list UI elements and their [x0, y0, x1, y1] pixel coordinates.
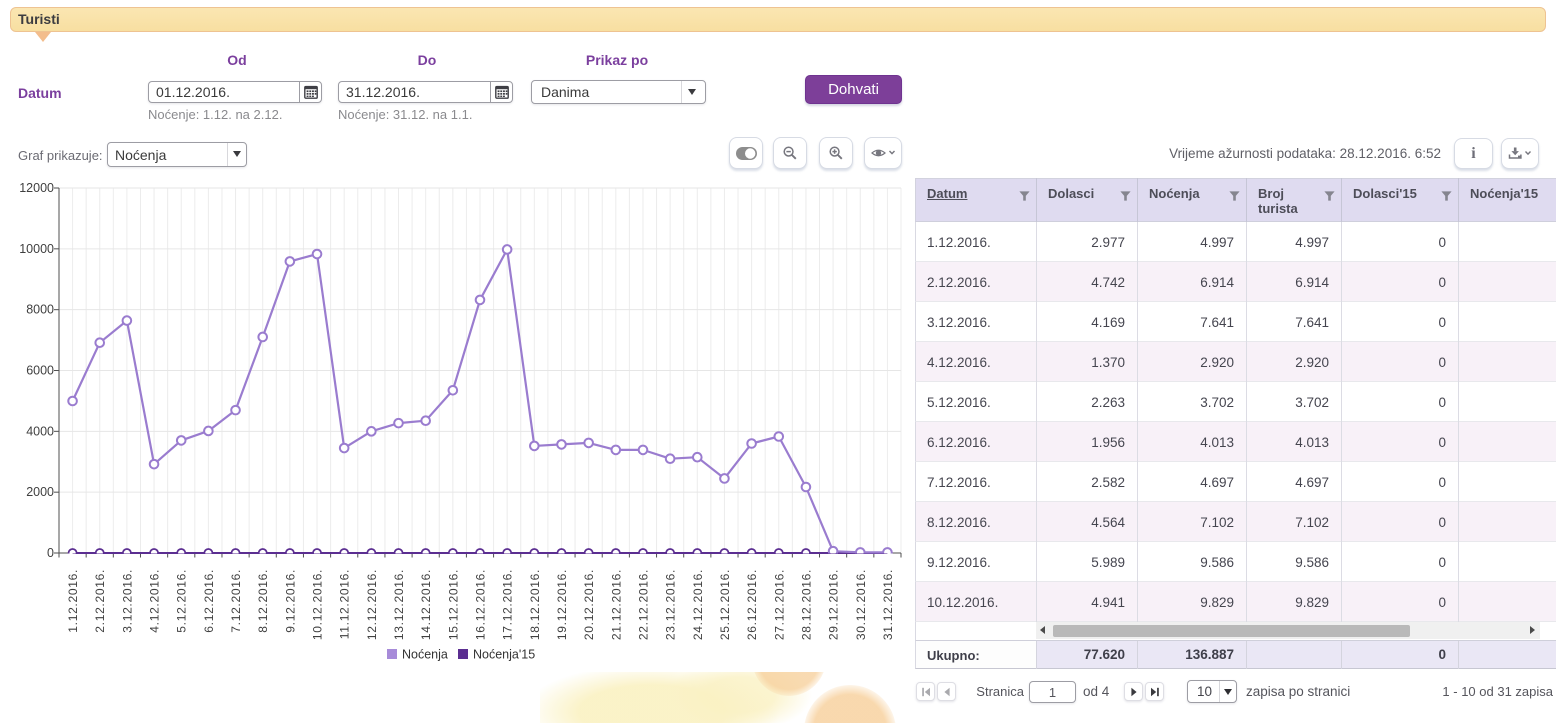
svg-text:1.12.2016.: 1.12.2016. [66, 569, 80, 633]
svg-text:25.12.2016.: 25.12.2016. [718, 569, 732, 640]
svg-text:14.12.2016.: 14.12.2016. [419, 569, 433, 640]
svg-text:4.12.2016.: 4.12.2016. [148, 569, 162, 633]
svg-text:12000: 12000 [19, 181, 54, 195]
svg-text:30.12.2016.: 30.12.2016. [854, 569, 868, 640]
svg-text:17.12.2016.: 17.12.2016. [501, 569, 515, 640]
svg-text:20.12.2016.: 20.12.2016. [582, 569, 596, 640]
svg-text:0: 0 [47, 546, 54, 560]
svg-text:4000: 4000 [26, 424, 54, 438]
svg-text:11.12.2016.: 11.12.2016. [338, 569, 352, 639]
svg-text:2.12.2016.: 2.12.2016. [93, 569, 107, 633]
svg-text:2000: 2000 [26, 485, 54, 499]
svg-text:Noćenja'15: Noćenja'15 [473, 648, 535, 662]
svg-text:24.12.2016.: 24.12.2016. [691, 569, 705, 640]
svg-text:19.12.2016.: 19.12.2016. [555, 569, 569, 640]
svg-text:31.12.2016.: 31.12.2016. [881, 569, 895, 640]
svg-text:Noćenja: Noćenja [402, 648, 448, 662]
svg-text:23.12.2016.: 23.12.2016. [664, 569, 678, 640]
svg-text:15.12.2016.: 15.12.2016. [446, 569, 460, 640]
svg-text:9.12.2016.: 9.12.2016. [283, 569, 297, 633]
svg-text:10.12.2016.: 10.12.2016. [311, 569, 325, 640]
svg-text:6000: 6000 [26, 364, 54, 378]
svg-text:8.12.2016.: 8.12.2016. [256, 569, 270, 633]
svg-text:21.12.2016.: 21.12.2016. [609, 569, 623, 640]
svg-text:7.12.2016.: 7.12.2016. [229, 569, 243, 633]
svg-text:8000: 8000 [26, 303, 54, 317]
svg-text:29.12.2016.: 29.12.2016. [827, 569, 841, 640]
svg-text:18.12.2016.: 18.12.2016. [528, 569, 542, 640]
svg-text:3.12.2016.: 3.12.2016. [120, 569, 134, 633]
svg-text:13.12.2016.: 13.12.2016. [392, 569, 406, 640]
svg-text:28.12.2016.: 28.12.2016. [799, 569, 813, 640]
svg-text:5.12.2016.: 5.12.2016. [175, 569, 189, 633]
svg-text:27.12.2016.: 27.12.2016. [772, 569, 786, 640]
svg-text:12.12.2016.: 12.12.2016. [365, 569, 379, 640]
svg-text:6.12.2016.: 6.12.2016. [202, 569, 216, 633]
svg-text:22.12.2016.: 22.12.2016. [636, 569, 650, 640]
svg-text:26.12.2016.: 26.12.2016. [745, 569, 759, 640]
svg-text:16.12.2016.: 16.12.2016. [474, 569, 488, 640]
svg-text:10000: 10000 [19, 242, 54, 256]
